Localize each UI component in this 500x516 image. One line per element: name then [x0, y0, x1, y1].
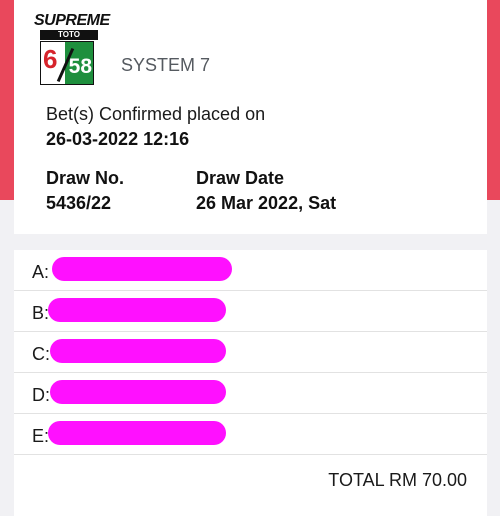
bet-letter: D:: [32, 385, 50, 405]
game-title: SYSTEM 7: [121, 55, 211, 75]
bet-letter: C:: [32, 344, 50, 364]
logo-number-right: 58: [68, 55, 92, 78]
redaction-mark: [48, 298, 226, 322]
bet-row-d: D:: [14, 373, 487, 414]
bet-row-c: C:: [14, 332, 487, 373]
redaction-mark: [50, 380, 226, 404]
draw-no-value: 5436/22: [46, 193, 112, 213]
redaction-mark: [52, 257, 232, 281]
redaction-mark: [50, 339, 226, 363]
logo-brand-text: SUPREME: [34, 12, 110, 29]
draw-date-label: Draw Date: [196, 168, 285, 188]
draw-date-value: 26 Mar 2022, Sat: [196, 193, 337, 213]
total-amount: TOTAL RM 70.00: [328, 470, 467, 490]
logo-sub-text: TOTO: [40, 30, 98, 40]
confirmed-label: Bet(s) Confirmed placed on: [46, 104, 266, 124]
logo-number-left: 6: [43, 44, 58, 74]
bet-row-a: A:: [14, 250, 487, 291]
bet-letter: B:: [32, 303, 50, 323]
bet-row-e: E:: [14, 414, 487, 455]
confirmed-time: 26-03-2022 12:16: [46, 129, 190, 149]
draw-no-label: Draw No.: [46, 168, 125, 188]
bet-letter: E:: [32, 426, 50, 446]
supreme-toto-logo: SUPREME TOTO 6 58: [34, 12, 112, 85]
bet-letter: A:: [32, 262, 50, 282]
ticket-card: SUPREME TOTO 6 58 SYSTEM 7 Bet(s) Confir…: [14, 0, 487, 234]
redaction-mark: [48, 421, 226, 445]
bets-list: A: B: C: D: E: TOTAL RM 70.00: [14, 250, 487, 516]
logo-badge: 6 58: [40, 41, 94, 85]
bet-row-b: B:: [14, 291, 487, 332]
